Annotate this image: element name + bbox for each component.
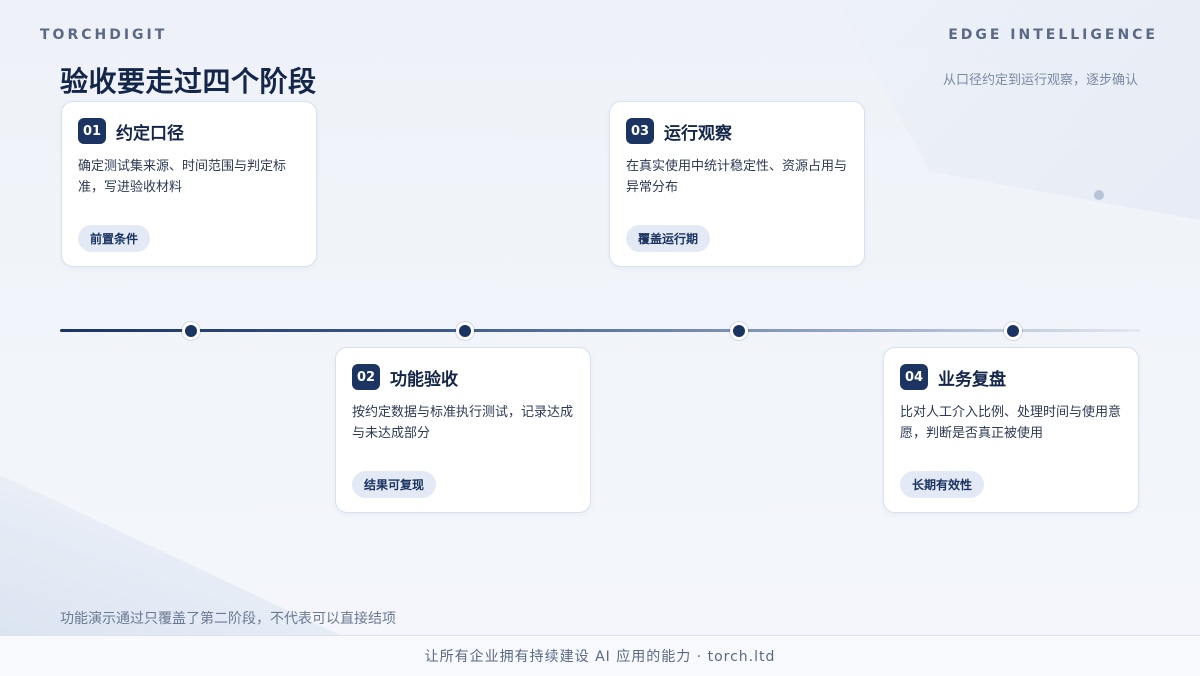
- footnote: 功能演示通过只覆盖了第二阶段，不代表可以直接结项: [60, 611, 396, 627]
- stage-card-header: 01 约定口径: [78, 118, 300, 144]
- stage-card-4: 04 业务复盘 比对人工介入比例、处理时间与使用意愿，判断是否真正被使用 长期有…: [883, 347, 1139, 513]
- stage-tag: 结果可复现: [352, 471, 437, 498]
- footer-text: 让所有企业拥有持续建设 AI 应用的能力 · torch.ltd: [424, 649, 776, 665]
- page-title: 验收要走过四个阶段: [60, 65, 317, 98]
- stage-card-2: 02 功能验收 按约定数据与标准执行测试，记录达成与未达成部分 结果可复现: [335, 347, 591, 513]
- timeline-dot-4: [1004, 322, 1022, 340]
- timeline-line: [60, 329, 1140, 332]
- stage-description: 在真实使用中统计稳定性、资源占用与异常分布: [626, 159, 848, 195]
- stage-card-1: 01 约定口径 确定测试集来源、时间范围与判定标准，写进验收材料 前置条件: [61, 101, 317, 267]
- stage-title: 运行观察: [664, 123, 732, 144]
- stage-title: 功能验收: [390, 369, 458, 390]
- stage-description: 确定测试集来源、时间范围与判定标准，写进验收材料: [78, 159, 287, 195]
- timeline-dot-3: [730, 322, 748, 340]
- brand-name: TORCHDIGIT: [40, 27, 168, 43]
- stage-title: 约定口径: [116, 123, 184, 144]
- stage-number-badge: 04: [900, 364, 928, 390]
- stage-description: 按约定数据与标准执行测试，记录达成与未达成部分: [352, 405, 574, 441]
- footer-bar: 让所有企业拥有持续建设 AI 应用的能力 · torch.ltd: [0, 635, 1200, 676]
- stage-tag: 前置条件: [78, 225, 151, 252]
- timeline-dot-1: [182, 322, 200, 340]
- stage-tag: 长期有效性: [900, 471, 985, 498]
- stage-number-badge: 03: [626, 118, 654, 144]
- stage-card-header: 02 功能验收: [352, 364, 574, 390]
- decorative-dot: [1094, 190, 1104, 200]
- stage-title: 业务复盘: [938, 369, 1006, 390]
- stage-number-badge: 02: [352, 364, 380, 390]
- stage-number-badge: 01: [78, 118, 106, 144]
- stage-description: 比对人工介入比例、处理时间与使用意愿，判断是否真正被使用: [900, 405, 1122, 441]
- stage-card-header: 03 运行观察: [626, 118, 848, 144]
- stage-tag: 覆盖运行期: [626, 225, 711, 252]
- stage-card-3: 03 运行观察 在真实使用中统计稳定性、资源占用与异常分布 覆盖运行期: [609, 101, 865, 267]
- section-tag: EDGE INTELLIGENCE: [948, 27, 1158, 43]
- page-subtitle: 从口径约定到运行观察，逐步确认: [942, 73, 1138, 88]
- timeline-dot-2: [456, 322, 474, 340]
- stage-card-header: 04 业务复盘: [900, 364, 1122, 390]
